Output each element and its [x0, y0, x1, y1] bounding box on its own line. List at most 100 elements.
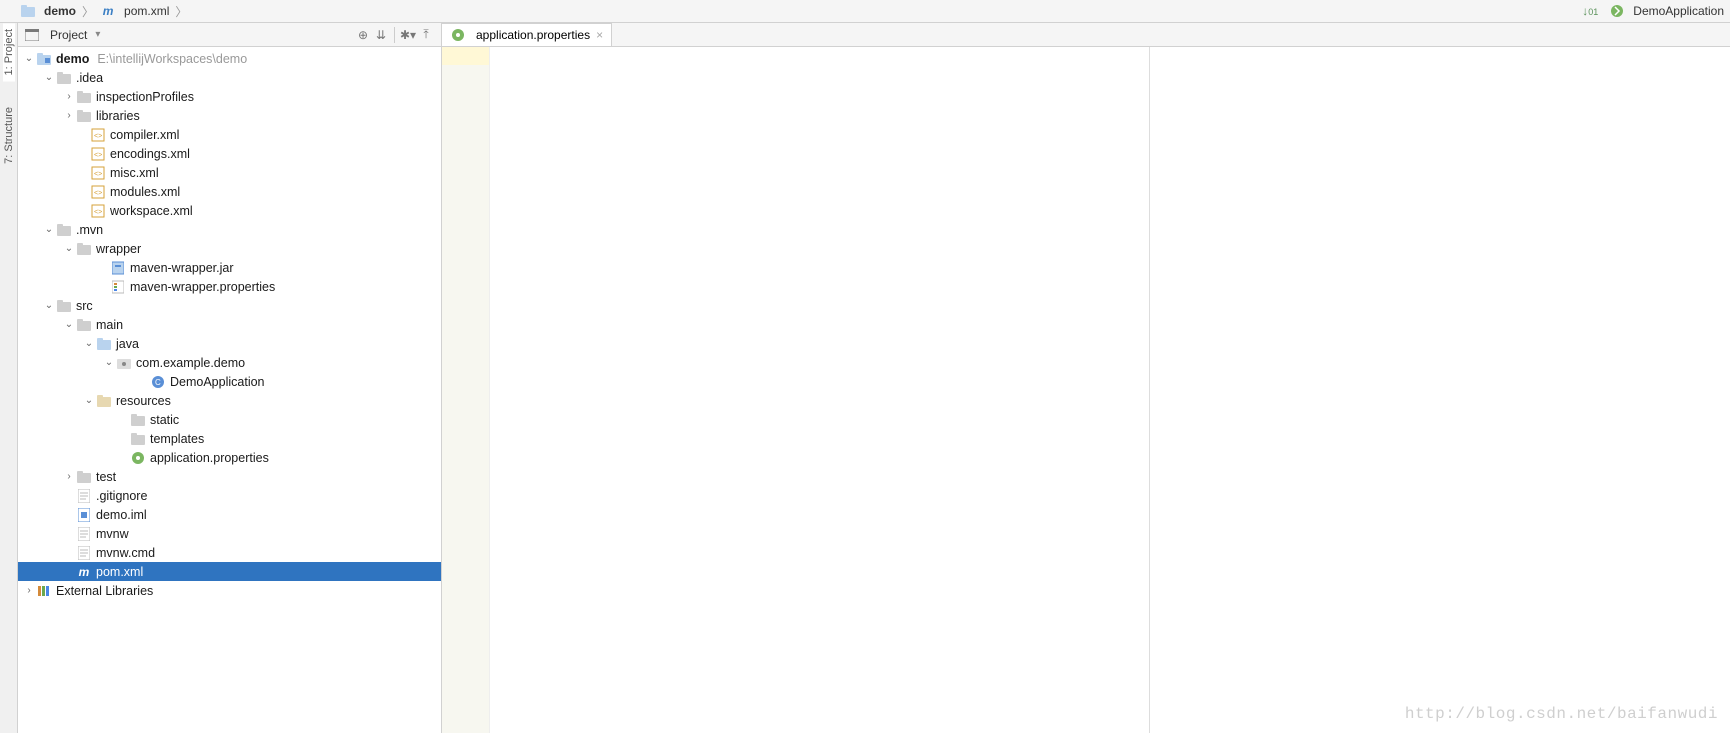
breadcrumb-file-label: pom.xml — [124, 4, 169, 18]
tree-node-label: maven-wrapper.jar — [130, 261, 234, 275]
editor-right-pane: http://blog.csdn.net/baifanwudi — [1150, 47, 1730, 733]
folder-icon — [76, 108, 92, 124]
sort-icon[interactable]: ↓01 — [1581, 4, 1599, 18]
editor-tab-bar: application.properties × — [442, 23, 1730, 47]
spring-config-icon — [130, 450, 146, 466]
tree-node-path: E:\intellijWorkspaces\demo — [97, 52, 247, 66]
breadcrumb-root[interactable]: demo — [18, 3, 78, 19]
run-config-label: DemoApplication — [1633, 4, 1724, 18]
tree-node-label: mvnw — [96, 527, 129, 541]
editor-area: application.properties × http://blog.csd… — [442, 23, 1730, 733]
collapse-all-icon[interactable]: ⇊ — [372, 28, 390, 42]
tree-node-compiler-xml[interactable]: · <> compiler.xml — [18, 125, 441, 144]
gear-icon[interactable]: ✱▾ — [399, 28, 417, 42]
chevron-down-icon[interactable]: ⌄ — [42, 72, 56, 83]
chevron-right-icon[interactable]: › — [62, 471, 76, 482]
tree-node-label: pom.xml — [96, 565, 143, 579]
tree-node-java[interactable]: ⌄ java — [18, 334, 441, 353]
maven-icon: m — [76, 564, 92, 580]
tree-node-encodings-xml[interactable]: · <> encodings.xml — [18, 144, 441, 163]
editor-tab[interactable]: application.properties × — [441, 23, 612, 46]
tree-node-inspectionprofiles[interactable]: › inspectionProfiles — [18, 87, 441, 106]
tree-node-main[interactable]: ⌄ main — [18, 315, 441, 334]
tree-node-maven-wrapper-props[interactable]: · maven-wrapper.properties — [18, 277, 441, 296]
folder-icon — [56, 70, 72, 86]
chevron-down-icon[interactable]: ⌄ — [42, 300, 56, 311]
tree-node-test[interactable]: › test — [18, 467, 441, 486]
tree-node-label: encodings.xml — [110, 147, 190, 161]
xml-file-icon: <> — [90, 203, 106, 219]
chevron-down-icon[interactable]: ⌄ — [62, 319, 76, 330]
chevron-right-icon[interactable]: › — [22, 585, 36, 596]
tree-node-root[interactable]: ⌄ demo E:\intellijWorkspaces\demo — [18, 49, 441, 68]
tree-node-mvnw[interactable]: · mvnw — [18, 524, 441, 543]
editor-content[interactable] — [490, 47, 1149, 733]
tree-node-label: src — [76, 299, 93, 313]
tree-node-label: test — [96, 470, 116, 484]
tree-node-label: .mvn — [76, 223, 103, 237]
tree-node-label: java — [116, 337, 139, 351]
tree-node-label: .idea — [76, 71, 103, 85]
locate-icon[interactable]: ⊕ — [354, 28, 372, 42]
java-class-icon: C — [150, 374, 166, 390]
tree-node-mvn[interactable]: ⌄ .mvn — [18, 220, 441, 239]
svg-text:C: C — [155, 378, 161, 387]
tree-node-modules-xml[interactable]: · <> modules.xml — [18, 182, 441, 201]
folder-icon — [130, 431, 146, 447]
svg-text:<>: <> — [94, 133, 102, 140]
chevron-right-icon[interactable]: › — [62, 91, 76, 102]
tree-node-templates[interactable]: · templates — [18, 429, 441, 448]
tree-node-external-libraries[interactable]: › External Libraries — [18, 581, 441, 600]
tree-node-label: main — [96, 318, 123, 332]
chevron-down-icon[interactable]: ⌄ — [22, 53, 36, 64]
tree-node-workspace-xml[interactable]: · <> workspace.xml — [18, 201, 441, 220]
chevron-down-icon[interactable]: ⌄ — [82, 395, 96, 406]
tree-node-libraries[interactable]: › libraries — [18, 106, 441, 125]
chevron-right-icon: 〉 — [175, 3, 187, 20]
tree-node-label: modules.xml — [110, 185, 180, 199]
chevron-down-icon[interactable]: ⌄ — [62, 243, 76, 254]
chevron-right-icon[interactable]: › — [62, 110, 76, 121]
tree-node-label: demo.iml — [96, 508, 147, 522]
project-panel-header: Project ▾ ⊕ ⇊ ✱▾ ⤒ — [18, 23, 441, 47]
tree-node-src[interactable]: ⌄ src — [18, 296, 441, 315]
tree-node-idea[interactable]: ⌄ .idea — [18, 68, 441, 87]
svg-text:<>: <> — [94, 171, 102, 178]
jar-file-icon — [110, 260, 126, 276]
chevron-down-icon[interactable]: ⌄ — [102, 357, 116, 368]
chevron-down-icon[interactable]: ⌄ — [42, 224, 56, 235]
maven-icon: m — [100, 3, 116, 19]
rail-tab-project[interactable]: 1: Project — [3, 23, 15, 81]
tree-node-mvnwcmd[interactable]: · mvnw.cmd — [18, 543, 441, 562]
properties-file-icon — [110, 279, 126, 295]
run-configuration[interactable]: DemoApplication — [1607, 3, 1726, 19]
tree-node-resources[interactable]: ⌄ resources — [18, 391, 441, 410]
svg-text:<>: <> — [94, 209, 102, 216]
chevron-down-icon[interactable]: ▾ — [95, 29, 100, 40]
folder-icon — [76, 89, 92, 105]
rail-tab-structure[interactable]: 7: Structure — [3, 101, 15, 170]
tree-node-pom[interactable]: · m pom.xml — [18, 562, 441, 581]
resources-folder-icon — [96, 393, 112, 409]
tree-node-static[interactable]: · static — [18, 410, 441, 429]
hide-icon[interactable]: ⤒ — [417, 27, 435, 42]
tree-node-label: misc.xml — [110, 166, 159, 180]
project-tree[interactable]: ⌄ demo E:\intellijWorkspaces\demo ⌄ .ide… — [18, 47, 441, 733]
tree-node-maven-wrapper-jar[interactable]: · maven-wrapper.jar — [18, 258, 441, 277]
breadcrumb-file[interactable]: m pom.xml — [98, 3, 171, 19]
tree-node-package[interactable]: ⌄ com.example.demo — [18, 353, 441, 372]
tree-node-misc-xml[interactable]: · <> misc.xml — [18, 163, 441, 182]
svg-text:<>: <> — [94, 152, 102, 159]
tree-node-wrapper[interactable]: ⌄ wrapper — [18, 239, 441, 258]
breadcrumb: demo 〉 m pom.xml 〉 ↓01 DemoApplication — [0, 0, 1730, 23]
folder-icon — [56, 298, 72, 314]
tree-node-label: workspace.xml — [110, 204, 193, 218]
text-file-icon — [76, 488, 92, 504]
tree-node-gitignore[interactable]: · .gitignore — [18, 486, 441, 505]
chevron-down-icon[interactable]: ⌄ — [82, 338, 96, 349]
tree-node-demoapplication[interactable]: · C DemoApplication — [18, 372, 441, 391]
tree-node-application-properties[interactable]: · application.properties — [18, 448, 441, 467]
text-file-icon — [76, 526, 92, 542]
tree-node-iml[interactable]: · demo.iml — [18, 505, 441, 524]
close-icon[interactable]: × — [596, 28, 603, 42]
